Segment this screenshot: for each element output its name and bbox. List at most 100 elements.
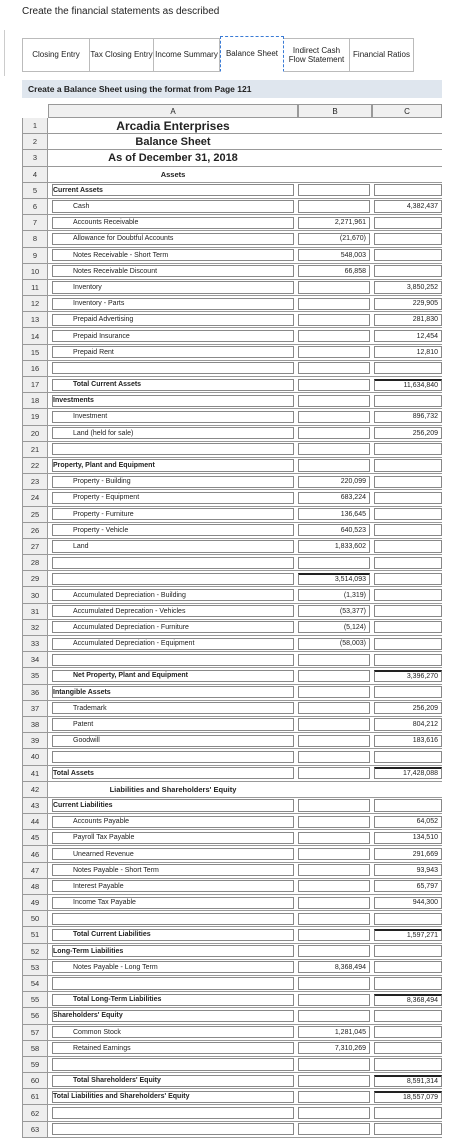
cell-b[interactable] (298, 329, 370, 343)
cell-b[interactable] (298, 767, 370, 780)
tab-income-summary[interactable]: Income Summary (154, 38, 220, 72)
cell-b[interactable] (298, 443, 370, 456)
cell-b[interactable]: 1,281,045 (298, 1026, 370, 1039)
cell-a[interactable]: Property - Vehicle (52, 524, 294, 537)
cell-c[interactable] (374, 621, 442, 634)
cell-a[interactable] (52, 977, 294, 990)
cell-c[interactable] (374, 362, 442, 375)
cell-b[interactable] (298, 686, 370, 699)
cell-c[interactable] (374, 508, 442, 521)
cell-b[interactable] (298, 362, 370, 375)
cell-a[interactable]: Accumulated Depreciation - Furniture (52, 621, 294, 634)
cell-c[interactable] (374, 1042, 442, 1055)
cell-a[interactable]: Unearned Revenue (52, 847, 294, 861)
cell-b[interactable] (298, 815, 370, 828)
cell-a[interactable]: Prepaid Advertising (52, 313, 294, 326)
cell-a[interactable]: Investment (52, 410, 294, 424)
cell-b[interactable] (298, 184, 370, 197)
cell-b[interactable] (298, 200, 370, 213)
cell-c[interactable] (374, 459, 442, 472)
cell-c[interactable] (374, 1106, 442, 1120)
cell-c[interactable] (374, 475, 442, 488)
cell-a[interactable]: Inventory (52, 281, 294, 294)
cell-a[interactable] (52, 1058, 294, 1071)
cell-b[interactable]: 136,645 (298, 508, 370, 521)
cell-b[interactable] (298, 1123, 370, 1136)
cell-a[interactable]: Investments (52, 394, 294, 407)
cell-c[interactable] (374, 556, 442, 569)
cell-a[interactable]: Notes Payable - Long Term (52, 961, 294, 974)
cell-a[interactable]: Payroll Tax Payable (52, 831, 294, 844)
cell-c[interactable] (374, 653, 442, 666)
cell-b[interactable] (298, 993, 370, 1006)
cell-a[interactable]: Balance Sheet (52, 134, 294, 149)
cell-a[interactable]: Accumulated Deprecation - Vehicles (52, 605, 294, 618)
cell-a[interactable] (52, 653, 294, 666)
cell-a[interactable]: Property - Building (52, 475, 294, 488)
cell-c[interactable]: 64,052 (374, 815, 442, 828)
cell-c[interactable]: 3,396,270 (374, 669, 442, 683)
cell-c[interactable]: 65,797 (374, 880, 442, 893)
cell-a[interactable]: Common Stock (52, 1026, 294, 1039)
cell-a[interactable]: Notes Receivable Discount (52, 265, 294, 278)
cell-b[interactable] (298, 427, 370, 440)
column-header-b[interactable]: B (298, 104, 372, 118)
cell-c[interactable] (374, 540, 442, 553)
cell-c[interactable]: 896,732 (374, 410, 442, 424)
cell-a[interactable]: Prepaid Insurance (52, 329, 294, 343)
cell-a[interactable]: Shareholders' Equity (52, 1009, 294, 1022)
cell-c[interactable]: 183,616 (374, 734, 442, 747)
cell-b[interactable] (298, 556, 370, 569)
cell-c[interactable] (374, 637, 442, 650)
cell-c[interactable]: 229,905 (374, 297, 442, 310)
cell-b[interactable] (298, 1009, 370, 1022)
cell-c[interactable] (374, 1123, 442, 1136)
cell-a[interactable]: Accumulated Depreciation - Building (52, 588, 294, 602)
cell-a[interactable]: Property, Plant and Equipment (52, 459, 294, 472)
cell-b[interactable]: (58,003) (298, 637, 370, 650)
cell-c[interactable]: 256,209 (374, 427, 442, 440)
cell-a[interactable]: Retained Earnings (52, 1042, 294, 1055)
cell-c[interactable] (374, 1009, 442, 1022)
cell-a[interactable]: Notes Payable - Short Term (52, 864, 294, 877)
cell-c[interactable]: 291,669 (374, 847, 442, 861)
cell-b[interactable] (298, 831, 370, 844)
cell-b[interactable] (298, 880, 370, 893)
cell-b[interactable] (298, 718, 370, 731)
cell-c[interactable] (374, 605, 442, 618)
cell-c[interactable] (374, 977, 442, 990)
cell-b[interactable] (298, 653, 370, 666)
cell-b[interactable] (298, 1090, 370, 1103)
cell-b[interactable]: (5,124) (298, 621, 370, 634)
column-header-a[interactable]: A (48, 104, 298, 118)
cell-c[interactable]: 18,557,079 (374, 1090, 442, 1103)
cell-a[interactable]: Total Current Assets (52, 378, 294, 391)
cell-b[interactable] (298, 750, 370, 763)
tab-closing-entry[interactable]: Closing Entry (22, 38, 90, 72)
cell-c[interactable] (374, 686, 442, 699)
cell-b[interactable]: 7,310,269 (298, 1042, 370, 1055)
cell-a[interactable]: Interest Payable (52, 880, 294, 893)
cell-a[interactable]: Property - Equipment (52, 491, 294, 504)
cell-c[interactable]: 12,810 (374, 346, 442, 359)
cell-a[interactable]: Long-Term Liabilities (52, 945, 294, 958)
cell-a[interactable]: Intangible Assets (52, 686, 294, 699)
cell-b[interactable]: 683,224 (298, 491, 370, 504)
cell-b[interactable] (298, 945, 370, 958)
cell-c[interactable]: 11,634,840 (374, 378, 442, 391)
cell-c[interactable] (374, 1026, 442, 1039)
tab-financial-ratios[interactable]: Financial Ratios (350, 38, 414, 72)
cell-b[interactable]: (21,670) (298, 232, 370, 245)
cell-c[interactable]: 4,382,437 (374, 200, 442, 213)
cell-c[interactable]: 134,510 (374, 831, 442, 844)
cell-a[interactable]: Current Assets (52, 184, 294, 197)
cell-c[interactable] (374, 750, 442, 763)
cell-c[interactable] (374, 912, 442, 925)
cell-c[interactable]: 93,943 (374, 864, 442, 877)
cell-a[interactable]: Land (52, 540, 294, 553)
cell-c[interactable] (374, 1058, 442, 1071)
cell-a[interactable]: As of December 31, 2018 (52, 150, 294, 165)
cell-c[interactable] (374, 524, 442, 537)
cell-a[interactable]: Income Tax Payable (52, 896, 294, 909)
cell-c[interactable] (374, 961, 442, 974)
